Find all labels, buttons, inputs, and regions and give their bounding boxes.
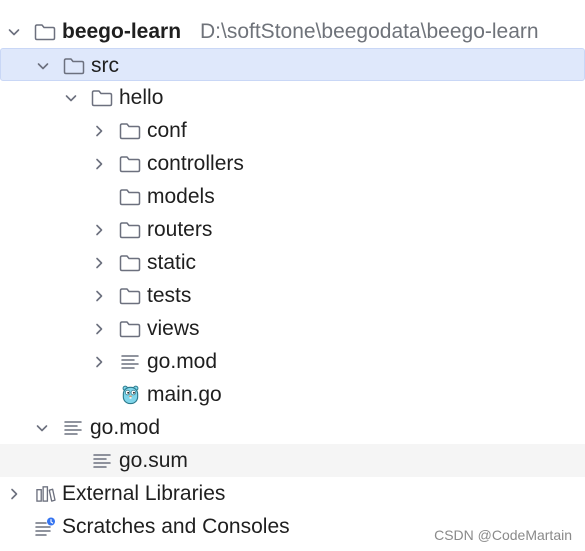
chevron-down-icon[interactable]	[35, 49, 51, 82]
tree-row-hello[interactable]: hello	[0, 81, 585, 114]
tree-row-label: go.sum	[119, 449, 188, 472]
scratches-icon	[33, 510, 57, 543]
tree-row-controllers[interactable]: controllers	[0, 147, 585, 180]
tree-row-label: static	[147, 251, 197, 274]
tree-row-go-mod[interactable]: go.mod	[0, 345, 585, 378]
tree-row-views[interactable]: views	[0, 312, 585, 345]
tree-row-go-sum[interactable]: go.sum	[0, 444, 585, 477]
text-file-icon	[90, 444, 114, 477]
chevron-right-icon[interactable]	[6, 477, 22, 510]
chevron-down-icon[interactable]	[6, 15, 22, 48]
go-gopher-icon	[118, 378, 142, 411]
chevron-right-icon[interactable]	[91, 147, 107, 180]
tree-row-label: Scratches and Consoles	[62, 515, 290, 538]
tree-row-go-mod-root[interactable]: go.mod	[0, 411, 585, 444]
folder-icon	[33, 15, 57, 48]
tree-row-conf[interactable]: conf	[0, 114, 585, 147]
tree-row-label: go.mod	[90, 416, 161, 439]
project-tree: beego-learn D:\softStone\beegodata\beego…	[0, 0, 585, 551]
tree-row-label: conf	[147, 119, 187, 142]
folder-icon	[118, 279, 142, 312]
chevron-right-icon[interactable]	[91, 114, 107, 147]
project-root-name: beego-learn	[62, 20, 182, 43]
folder-icon	[118, 147, 142, 180]
folder-icon	[118, 312, 142, 345]
chevron-right-icon[interactable]	[91, 279, 107, 312]
tree-row-models[interactable]: models	[0, 180, 585, 213]
tree-row-label: models	[147, 185, 215, 208]
chevron-right-icon[interactable]	[91, 312, 107, 345]
folder-icon	[118, 114, 142, 147]
tree-row-label: hello	[119, 86, 164, 109]
library-icon	[33, 477, 57, 510]
folder-icon	[118, 246, 142, 279]
tree-row-external-libraries[interactable]: External Libraries	[0, 477, 585, 510]
tree-row-tests[interactable]: tests	[0, 279, 585, 312]
tree-row-label: External Libraries	[62, 482, 226, 505]
folder-icon	[118, 180, 142, 213]
tree-row-main-go[interactable]: main.go	[0, 378, 585, 411]
text-file-icon	[118, 345, 142, 378]
tree-row-label: routers	[147, 218, 213, 241]
chevron-right-icon[interactable]	[91, 345, 107, 378]
chevron-right-icon[interactable]	[91, 213, 107, 246]
tree-row-label: tests	[147, 284, 192, 307]
folder-icon	[90, 81, 114, 114]
tree-row-project-root[interactable]: beego-learn D:\softStone\beegodata\beego…	[0, 15, 585, 48]
tree-row-static[interactable]: static	[0, 246, 585, 279]
tree-row-label: main.go	[147, 383, 222, 406]
tree-row-label: controllers	[147, 152, 244, 175]
chevron-right-icon[interactable]	[91, 246, 107, 279]
folder-icon	[118, 213, 142, 246]
tree-row-label: go.mod	[147, 350, 218, 373]
chevron-down-icon[interactable]	[63, 81, 79, 114]
watermark: CSDN @CodeMartain	[434, 527, 572, 543]
folder-icon	[62, 49, 86, 82]
project-root-path: D:\softStone\beegodata\beego-learn	[200, 20, 539, 43]
tree-row-label: views	[147, 317, 200, 340]
chevron-down-icon[interactable]	[34, 411, 50, 444]
tree-row-src[interactable]: src	[0, 48, 585, 81]
tree-row-label: src	[91, 54, 119, 77]
tree-row-routers[interactable]: routers	[0, 213, 585, 246]
text-file-icon	[61, 411, 85, 444]
